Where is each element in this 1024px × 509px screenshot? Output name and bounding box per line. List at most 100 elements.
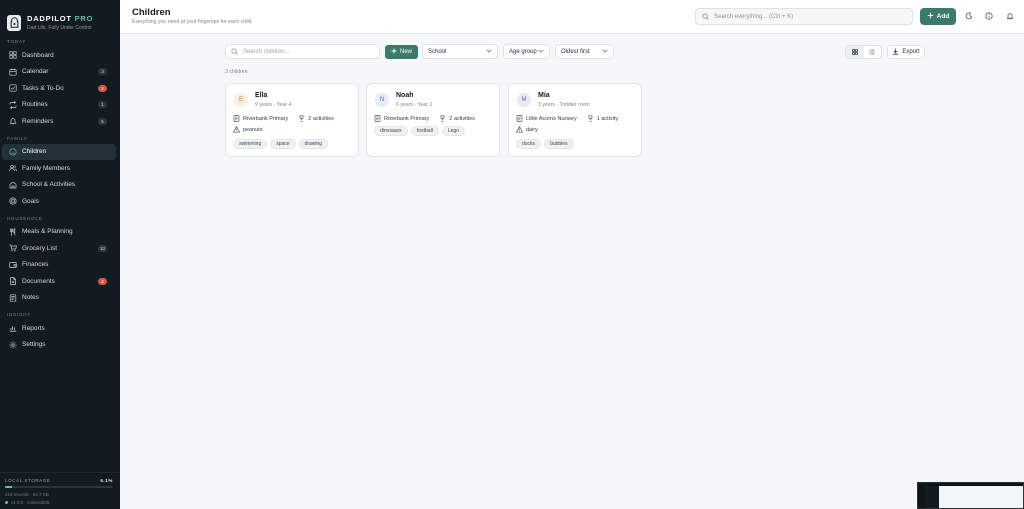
export-button[interactable]: Export [887, 45, 925, 59]
storage-progress-bar [5, 486, 113, 488]
notification-bell-icon[interactable] [1005, 11, 1015, 21]
interest-tag[interactable]: ducks [516, 139, 542, 149]
chart-icon [9, 324, 17, 332]
interest-tag[interactable]: bubbles [544, 139, 574, 149]
nav-count-badge: 1 [98, 101, 107, 109]
sidebar-item-meals-planning[interactable]: Meals & Planning [2, 224, 116, 241]
sidebar-item-label: Goals [22, 197, 39, 205]
school-filter-select[interactable]: School [422, 44, 498, 59]
new-child-button[interactable]: New [385, 45, 418, 59]
sidebar-item-label: Documents [22, 277, 55, 285]
sidebar-item-goals[interactable]: Goals [2, 193, 116, 210]
storage-panel: LOCAL STORAGE 6.1% 218 records · 64.7 KB… [0, 472, 120, 509]
interest-tag[interactable]: swimming [233, 139, 268, 149]
sidebar-item-label: Finances [22, 261, 49, 269]
storage-records: 218 records · 64.7 KB [5, 492, 49, 497]
sidebar-item-dashboard[interactable]: Dashboard [2, 47, 116, 64]
dashboard-icon [9, 51, 17, 59]
global-search-input[interactable]: Search everything... (Ctrl + K) [695, 8, 913, 25]
children-search-input[interactable]: Search children... [225, 44, 380, 59]
smiley-icon [9, 148, 17, 156]
target-icon [9, 197, 17, 205]
child-school: Little Acorns Nursery [526, 115, 577, 122]
info-icon[interactable] [984, 11, 994, 21]
download-icon [892, 48, 899, 57]
avatar: E [234, 93, 248, 107]
child-card-mia[interactable]: M Mia 3 years · Toddler room Little Acorns … [508, 83, 642, 157]
sidebar-item-calendar[interactable]: Calendar 3 [2, 64, 116, 81]
trophy-icon [298, 115, 305, 122]
sidebar-item-label: Notes [22, 294, 39, 302]
plus-icon [927, 12, 934, 21]
sidebar-item-label: Dashboard [22, 51, 54, 59]
interest-tag[interactable]: dinosaurs [374, 126, 408, 136]
child-activities: 1 activity [596, 115, 619, 122]
nav-count-badge: 3 [98, 68, 107, 76]
storage-progress-fill [5, 486, 12, 488]
sort-select[interactable]: Oldest first [555, 44, 614, 59]
interest-tag[interactable]: football [410, 126, 439, 136]
child-name: Ella [255, 92, 268, 99]
top-header: Children Everything you need at your fin… [120, 0, 1024, 34]
child-card-noah[interactable]: N Noah 6 years · Year 1 Riverbank Primary 2 … [366, 83, 500, 157]
chevron-down-icon [486, 49, 492, 55]
sidebar-item-label: Family Members [22, 164, 71, 172]
sidebar-item-reminders[interactable]: Reminders 5 [2, 113, 116, 130]
sidebar-item-routines[interactable]: Routines 1 [2, 97, 116, 114]
child-activities: 2 activities [449, 115, 475, 122]
gear-icon [9, 341, 17, 349]
utensils-icon [9, 227, 17, 236]
sidebar-item-documents[interactable]: Documents 2 [2, 273, 116, 290]
nav-count-badge: 2 [98, 277, 107, 285]
sidebar-item-family-members[interactable]: Family Members [2, 160, 116, 177]
add-button[interactable]: Add [920, 8, 956, 25]
child-age-year: 9 years · Year 4 [255, 102, 292, 108]
list-view-icon[interactable] [864, 46, 882, 58]
school-icon [9, 181, 17, 189]
nav-count-badge: 2 [98, 84, 107, 92]
age-group-filter-select[interactable]: Age group [503, 44, 550, 59]
sidebar-item-grocery-list[interactable]: Grocery List 10 [2, 240, 116, 257]
sidebar-item-settings[interactable]: Settings [2, 337, 116, 354]
search-icon [702, 13, 709, 20]
chevron-down-icon [538, 49, 544, 55]
child-allergy: peanuts [243, 126, 263, 133]
calendar-icon [9, 68, 17, 76]
interest-tags: swimming space drawing [233, 139, 329, 149]
app-logo-icon [7, 14, 21, 31]
interest-tag[interactable]: Lego [441, 126, 465, 136]
app-name: DADPILOT PRO [27, 14, 94, 23]
document-icon [9, 277, 17, 285]
sidebar-item-reports[interactable]: Reports [2, 320, 116, 337]
sidebar-item-children[interactable]: Children [2, 143, 116, 160]
page-subtitle: Everything you need at your fingertips f… [132, 19, 252, 25]
bell-icon [9, 117, 17, 125]
search-icon [231, 48, 238, 55]
sidebar-item-tasks-to-do[interactable]: Tasks & To-Do 2 [2, 80, 116, 97]
window-thumbnail[interactable] [917, 482, 1024, 509]
section-label-household: HOUSEHOLD [7, 215, 43, 221]
sidebar-item-label: Tasks & To-Do [22, 84, 64, 92]
interest-tag[interactable]: space [270, 139, 296, 149]
child-card-ella[interactable]: E Ella 9 years · Year 4 Riverbank Primary 2 … [225, 83, 359, 157]
brand[interactable]: DADPILOT PRO Dad Life. Fully Under Contr… [0, 0, 120, 36]
section-label-today: TODAY [7, 39, 27, 44]
allergy-alert-icon [233, 126, 240, 133]
sidebar-item-school-activities[interactable]: School & Activities [2, 177, 116, 194]
sidebar-item-notes[interactable]: Notes [2, 290, 116, 307]
avatar: M [517, 93, 531, 107]
dark-mode-icon[interactable] [964, 11, 974, 21]
grid-view-icon[interactable] [846, 46, 864, 58]
chevron-down-icon [602, 49, 608, 55]
cart-icon [9, 244, 17, 252]
sidebar-item-label: Grocery List [22, 244, 58, 252]
sidebar-item-finances[interactable]: Finances [2, 257, 116, 274]
interest-tag[interactable]: drawing [298, 139, 329, 149]
sidebar: DADPILOT PRO Dad Life. Fully Under Contr… [0, 0, 120, 509]
child-name: Mia [538, 92, 550, 99]
plus-icon [391, 48, 397, 56]
interest-tags: dinosaurs football Lego [374, 126, 465, 136]
storage-percent: 6.1% [100, 478, 113, 483]
trophy-icon [587, 115, 594, 122]
school-icon [374, 115, 381, 122]
